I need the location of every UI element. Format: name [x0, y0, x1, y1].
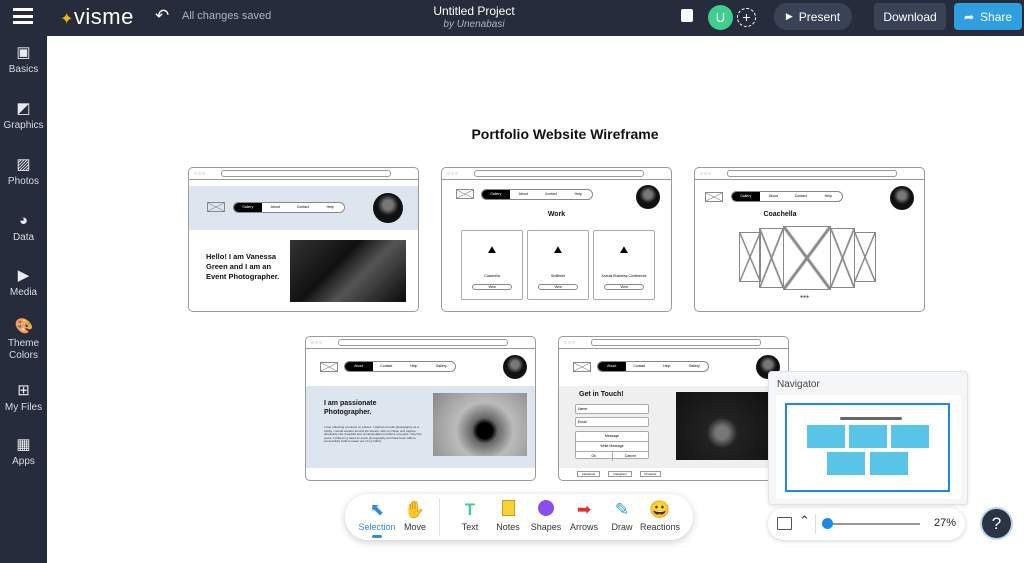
navigator-toggle-icon[interactable]	[777, 517, 792, 530]
canvas-title[interactable]: Portfolio Website Wireframe	[380, 126, 750, 142]
wireframe-work[interactable]: ○○○ Gallery About Contact Help Work ⛰ Coache…	[441, 167, 672, 312]
palette-icon: 🎨	[14, 318, 34, 335]
bottom-toolbar: ⬉ Selection ✋ Move T Text Notes Shapes ➡ Arr…	[345, 494, 693, 540]
wireframe-home[interactable]: ○○○ Gallery About Contact Help Hello! I am …	[188, 167, 419, 312]
top-bar: ✦visme ↶ All changes saved Untitled Proj…	[0, 0, 1024, 36]
logo-placeholder	[207, 202, 225, 212]
zoom-slider-handle[interactable]	[822, 518, 833, 529]
sidebar: ▣ Basics ◩ Graphics ▨ Photos ◕ Data ▶ Media 🎨…	[0, 36, 47, 563]
text-tool[interactable]: T Text	[450, 500, 490, 532]
wireframe-nav: Gallery About Contact Help	[233, 202, 345, 213]
share-button[interactable]: ➦ Share	[954, 3, 1022, 30]
profile-photo	[373, 193, 403, 223]
save-status: All changes saved	[182, 10, 272, 22]
sidebar-item-basics[interactable]: ▣ Basics	[0, 44, 47, 76]
navigator-title: Navigator	[777, 379, 820, 390]
visme-logo[interactable]: ✦visme	[60, 4, 134, 30]
smiley-icon: 😀	[649, 500, 671, 519]
hero-photo	[290, 240, 406, 302]
notes-tool[interactable]: Notes	[488, 500, 528, 532]
hero-text: Hello! I am Vanessa Green and I am an Ev…	[206, 252, 280, 281]
wireframe-contact[interactable]: ○○○ About Contact Help Gallery Get in Touch…	[558, 336, 789, 481]
reactions-tool[interactable]: 😀 Reactions	[640, 500, 680, 532]
move-tool[interactable]: ✋ Move	[395, 500, 435, 532]
circle-shape-icon	[526, 500, 566, 520]
text-icon: T	[464, 500, 476, 519]
chevron-up-icon[interactable]: ⌃	[799, 513, 810, 529]
help-button[interactable]: ?	[980, 507, 1013, 540]
present-button[interactable]: ▶ Present	[774, 3, 852, 30]
arrow-icon: ➡	[576, 500, 592, 519]
pie-chart-icon: ◕	[18, 212, 29, 229]
zoom-bar: ⌃ 27%	[768, 508, 965, 540]
add-collaborator-icon[interactable]: +	[737, 8, 756, 27]
navigator-viewport[interactable]	[785, 403, 950, 492]
project-author: by Unenabasi	[443, 19, 505, 30]
sidebar-item-theme-colors[interactable]: 🎨 Theme Colors	[0, 318, 47, 362]
undo-icon[interactable]: ↶	[155, 6, 169, 26]
selection-tool[interactable]: ⬉ Selection	[357, 500, 397, 538]
zoom-level: 27%	[934, 517, 957, 529]
share-icon: ➦	[963, 9, 975, 24]
hand-icon: ✋	[404, 500, 426, 519]
sidebar-item-graphics[interactable]: ◩ Graphics	[0, 100, 47, 132]
photo-icon: ▨	[16, 156, 31, 173]
marker-icon: ✎	[614, 500, 630, 519]
comments-icon[interactable]	[681, 9, 693, 22]
project-title[interactable]: Untitled Project	[374, 4, 574, 18]
sidebar-item-photos[interactable]: ▨ Photos	[0, 156, 47, 188]
sidebar-item-apps[interactable]: ▦ Apps	[0, 436, 47, 468]
sidebar-item-media[interactable]: ▶ Media	[0, 267, 47, 299]
apps-icon: ▦	[16, 436, 31, 453]
avatar[interactable]: U	[708, 5, 733, 30]
menu-icon[interactable]	[13, 8, 33, 24]
sidebar-item-data[interactable]: ◕ Data	[0, 212, 47, 244]
sidebar-item-my-files[interactable]: ⊞ My Files	[0, 382, 47, 414]
wireframe-coachella[interactable]: ○○○ Gallery About Contact Help Coachella ●●…	[694, 167, 925, 312]
shapes-tool[interactable]: Shapes	[526, 500, 566, 532]
cursor-icon: ⬉	[369, 500, 385, 519]
draw-tool[interactable]: ✎ Draw	[602, 500, 642, 532]
graphics-icon: ◩	[16, 100, 31, 117]
zoom-slider[interactable]	[824, 523, 920, 525]
wireframe-about[interactable]: ○○○ About Contact Help Gallery I am passion…	[305, 336, 536, 481]
abc-blocks-icon: ▣	[16, 44, 31, 61]
play-icon: ▶	[785, 11, 793, 21]
navigator-panel: Navigator	[768, 371, 968, 505]
note-icon	[488, 500, 528, 520]
folder-icon: ⊞	[17, 382, 30, 399]
download-button[interactable]: Download	[874, 3, 946, 30]
media-icon: ▶	[17, 267, 30, 284]
arrows-tool[interactable]: ➡ Arrows	[564, 500, 604, 532]
